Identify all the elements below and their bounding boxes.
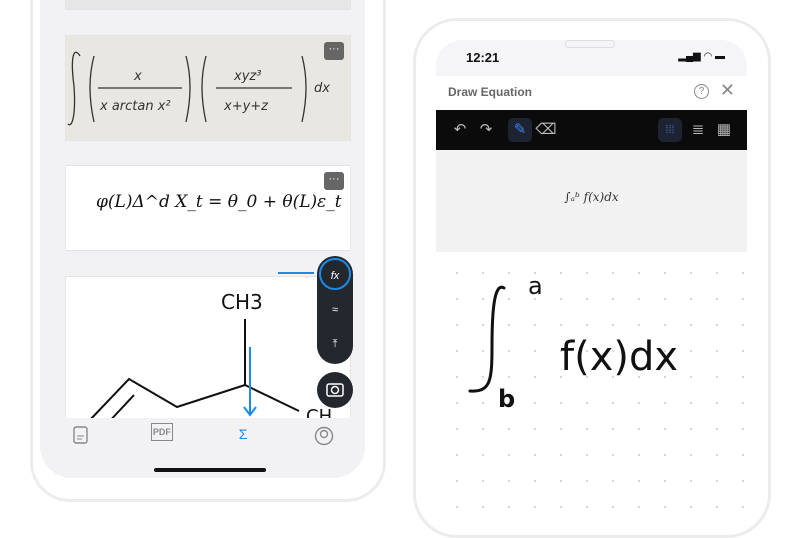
svg-text:x+y+z: x+y+z bbox=[223, 99, 269, 114]
document-icon bbox=[72, 426, 88, 444]
help-icon[interactable]: ? bbox=[694, 84, 709, 99]
phone-speaker bbox=[565, 40, 615, 48]
grid-background-icon[interactable]: ▦ bbox=[712, 118, 736, 142]
svg-text:CH3: CH3 bbox=[221, 290, 263, 314]
right-phone-screen: 12:21 ▂▄▆ ◠ ▬ Draw Equation ? ✕ ↶ ↷ ✎ ⌫ … bbox=[436, 40, 747, 522]
handwritten-equation: a b f(x)dx bbox=[468, 272, 678, 413]
tab-documents[interactable] bbox=[69, 426, 93, 450]
fx-icon[interactable]: fx bbox=[319, 258, 351, 290]
page-title: Draw Equation bbox=[448, 85, 533, 99]
svg-text:a: a bbox=[528, 272, 543, 300]
more-button[interactable]: ··· bbox=[324, 42, 344, 60]
header: Draw Equation ? ✕ bbox=[436, 76, 747, 110]
eraser-icon[interactable]: ⌫ bbox=[534, 118, 558, 142]
left-phone-screen: x x arctan x² xyz³ x+y+z dx ··· φ(L)Δ^d X_t… bbox=[40, 0, 365, 478]
drawing-toolbar: ↶ ↷ ✎ ⌫ ⁞⁞⁞ ≣ ▦ bbox=[436, 110, 747, 150]
card-chemistry-drawing[interactable]: CH3 CH bbox=[65, 264, 351, 436]
handwritten-integral-image: x x arctan x² xyz³ x+y+z dx bbox=[67, 51, 330, 126]
equation-preview: ∫ₐᵇ f(x)dx bbox=[436, 150, 747, 252]
svg-text:f(x)dx: f(x)dx bbox=[560, 334, 678, 380]
camera-button[interactable] bbox=[317, 372, 353, 408]
lines-background-icon[interactable]: ≣ bbox=[686, 118, 710, 142]
pdf-icon: PDF bbox=[150, 423, 173, 441]
card-handwritten-integral[interactable]: x x arctan x² xyz³ x+y+z dx ··· bbox=[65, 35, 351, 141]
more-button[interactable]: ··· bbox=[324, 172, 344, 190]
profile-icon bbox=[315, 426, 334, 446]
upload-icon[interactable]: ⤒ bbox=[319, 328, 351, 360]
preview-equation: ∫ₐᵇ f(x)dx bbox=[564, 190, 619, 204]
svg-text:x: x bbox=[133, 69, 142, 84]
camera-icon bbox=[326, 383, 344, 397]
status-time: 12:21 bbox=[466, 50, 500, 65]
card-partial[interactable] bbox=[65, 0, 351, 10]
redo-icon[interactable]: ↷ bbox=[474, 118, 498, 142]
tab-profile[interactable] bbox=[312, 426, 336, 450]
tab-equations[interactable]: Σ bbox=[231, 426, 255, 450]
card-rendered-equation[interactable]: φ(L)Δ^d X_t = θ_0 + θ(L)ε_t ··· bbox=[65, 165, 351, 251]
svg-text:b: b bbox=[498, 385, 515, 413]
rendered-equation: φ(L)Δ^d X_t = θ_0 + θ(L)ε_t bbox=[96, 192, 342, 212]
sigma-icon: Σ bbox=[238, 426, 248, 442]
chemistry-structure: CH3 CH bbox=[87, 264, 332, 427]
svg-text:x arctan x²: x arctan x² bbox=[99, 99, 171, 114]
undo-icon[interactable]: ↶ bbox=[448, 118, 472, 142]
drawing-canvas[interactable]: a b f(x)dx bbox=[436, 252, 747, 522]
pen-icon[interactable]: ✎ bbox=[508, 118, 532, 142]
home-indicator bbox=[154, 468, 266, 472]
scribble-icon[interactable]: ≈ bbox=[319, 294, 351, 326]
dots-background-icon[interactable]: ⁞⁞⁞ bbox=[658, 118, 682, 142]
annotation-arrow bbox=[278, 272, 314, 274]
floating-action-menu: fx ≈ ⤒ bbox=[317, 256, 353, 364]
status-icons: ▂▄▆ ◠ ▬ bbox=[678, 51, 725, 62]
close-icon[interactable]: ✕ bbox=[720, 80, 735, 101]
svg-text:dx: dx bbox=[314, 81, 330, 96]
tab-pdf[interactable]: PDF bbox=[150, 423, 174, 450]
svg-text:xyz³: xyz³ bbox=[233, 69, 261, 84]
